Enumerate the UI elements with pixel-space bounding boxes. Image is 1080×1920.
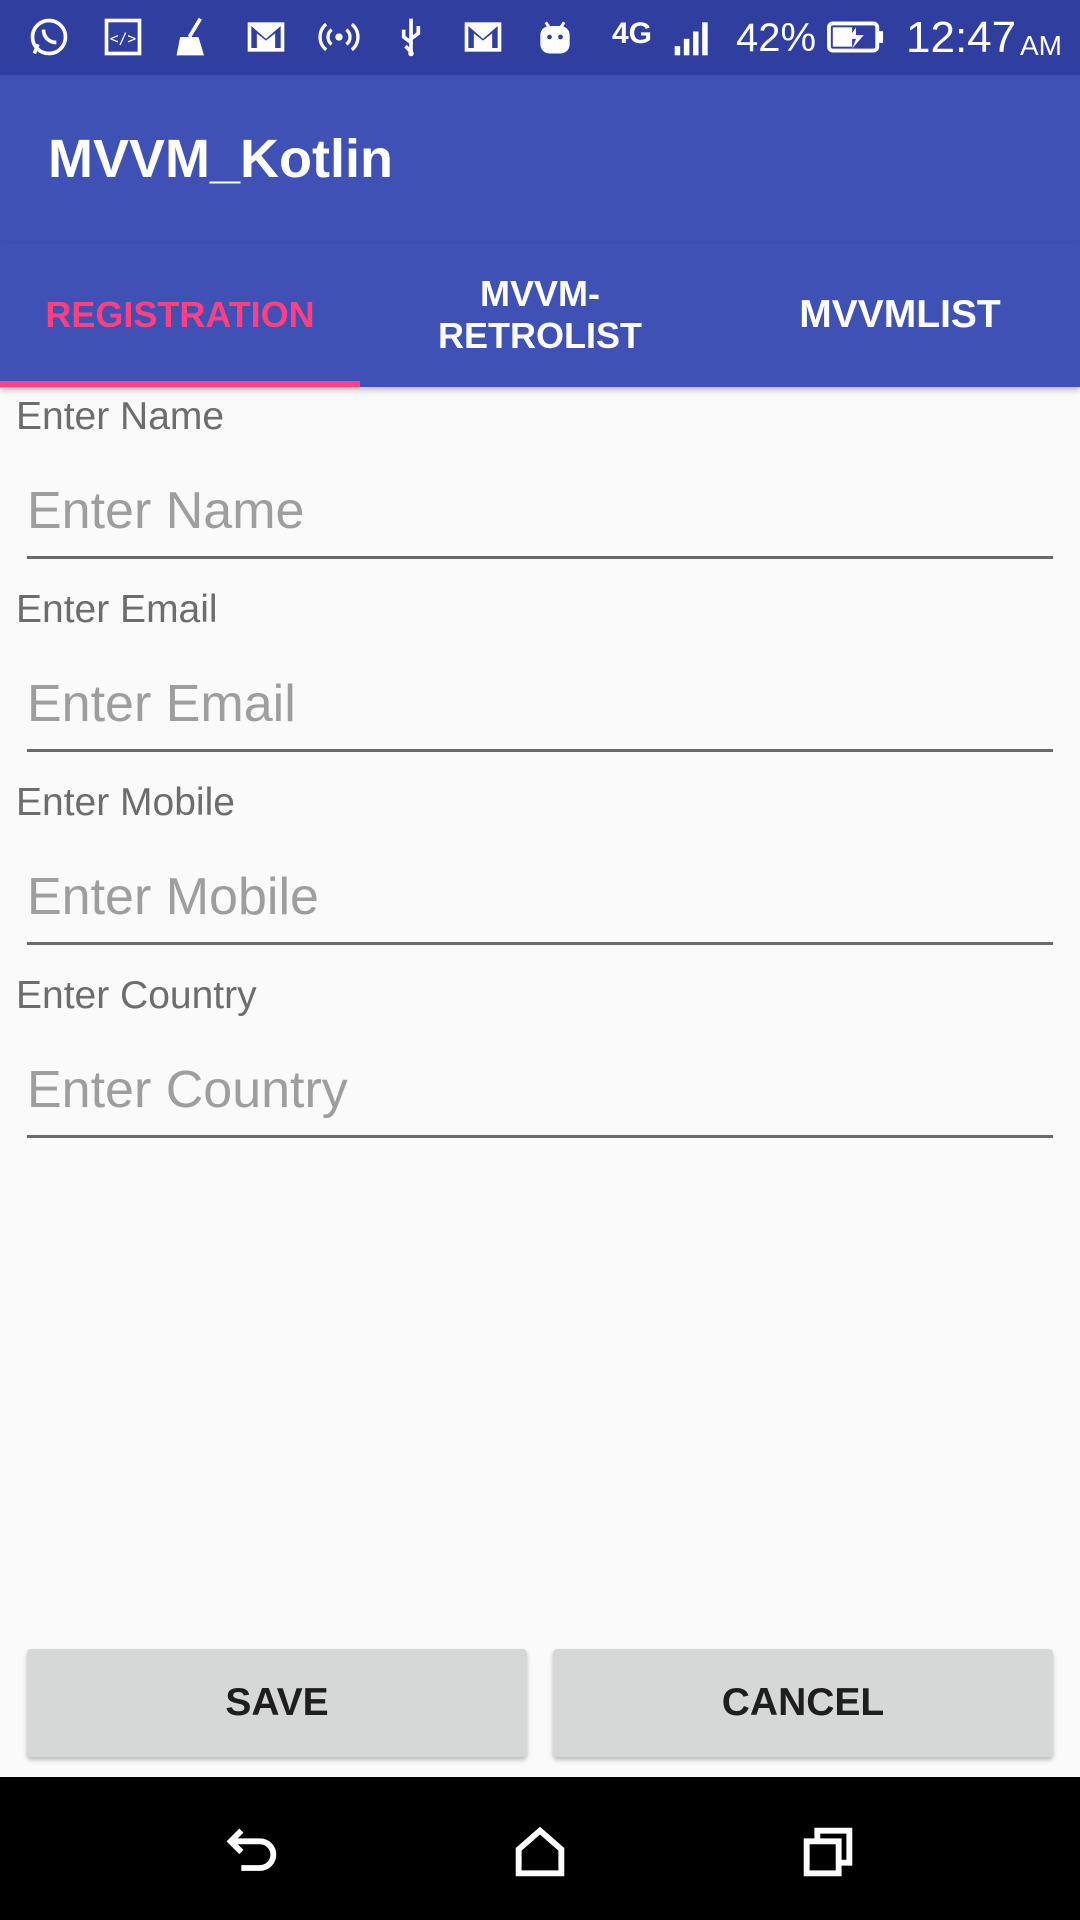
battery-icon: [826, 14, 886, 60]
tab-mvvm-retrolist[interactable]: MVVM- RETROLIST: [360, 243, 720, 387]
tab-registration[interactable]: REGISTRATION: [0, 243, 360, 387]
navigation-bar: [0, 1777, 1080, 1920]
mobile-input[interactable]: [27, 852, 1053, 945]
name-input[interactable]: [27, 466, 1053, 559]
code-icon: </>: [100, 14, 146, 60]
country-label: Enter Country: [16, 974, 257, 1017]
cancel-button[interactable]: CANCEL: [553, 1649, 1053, 1757]
tab-indicator: [0, 381, 360, 387]
clock-time: 12:47: [906, 13, 1017, 62]
svg-text:</>: </>: [110, 30, 137, 47]
name-label: Enter Name: [16, 395, 225, 438]
save-button[interactable]: SAVE: [27, 1649, 527, 1757]
app-bar: MVVM_Kotlin: [0, 75, 1080, 243]
country-input[interactable]: [27, 1045, 1053, 1138]
battery-percent: 42%: [736, 16, 817, 60]
cleaner-icon: [170, 14, 216, 60]
app-title: MVVM_Kotlin: [48, 129, 393, 189]
network-type: 4G: [612, 17, 653, 50]
whatsapp-icon: [26, 14, 72, 60]
recents-icon[interactable]: [788, 1817, 868, 1887]
tab-mvvmlist[interactable]: MVVMLIST: [720, 243, 1080, 387]
hotspot-icon: [316, 14, 362, 60]
gmail-icon: [243, 14, 289, 60]
signal-icon: [670, 14, 716, 60]
back-icon[interactable]: [212, 1817, 292, 1887]
clock-ampm: AM: [1020, 30, 1062, 61]
usb-icon: [388, 14, 434, 60]
email-input[interactable]: [27, 659, 1053, 752]
android-icon: [532, 14, 578, 60]
status-bar: </> 4G 42% 12:47 AM: [0, 0, 1080, 75]
mobile-label: Enter Mobile: [16, 781, 235, 824]
home-icon[interactable]: [500, 1817, 580, 1887]
gmail-icon: [460, 14, 506, 60]
tab-bar: REGISTRATION MVVM- RETROLIST MVVMLIST: [0, 243, 1080, 387]
email-label: Enter Email: [16, 588, 218, 631]
